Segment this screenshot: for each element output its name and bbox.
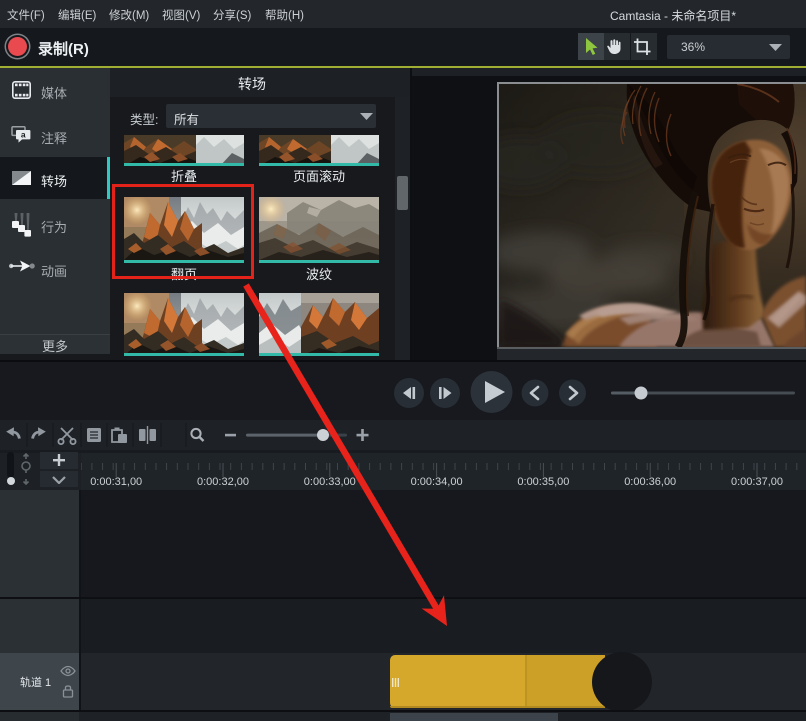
svg-text:a: a <box>21 130 26 140</box>
